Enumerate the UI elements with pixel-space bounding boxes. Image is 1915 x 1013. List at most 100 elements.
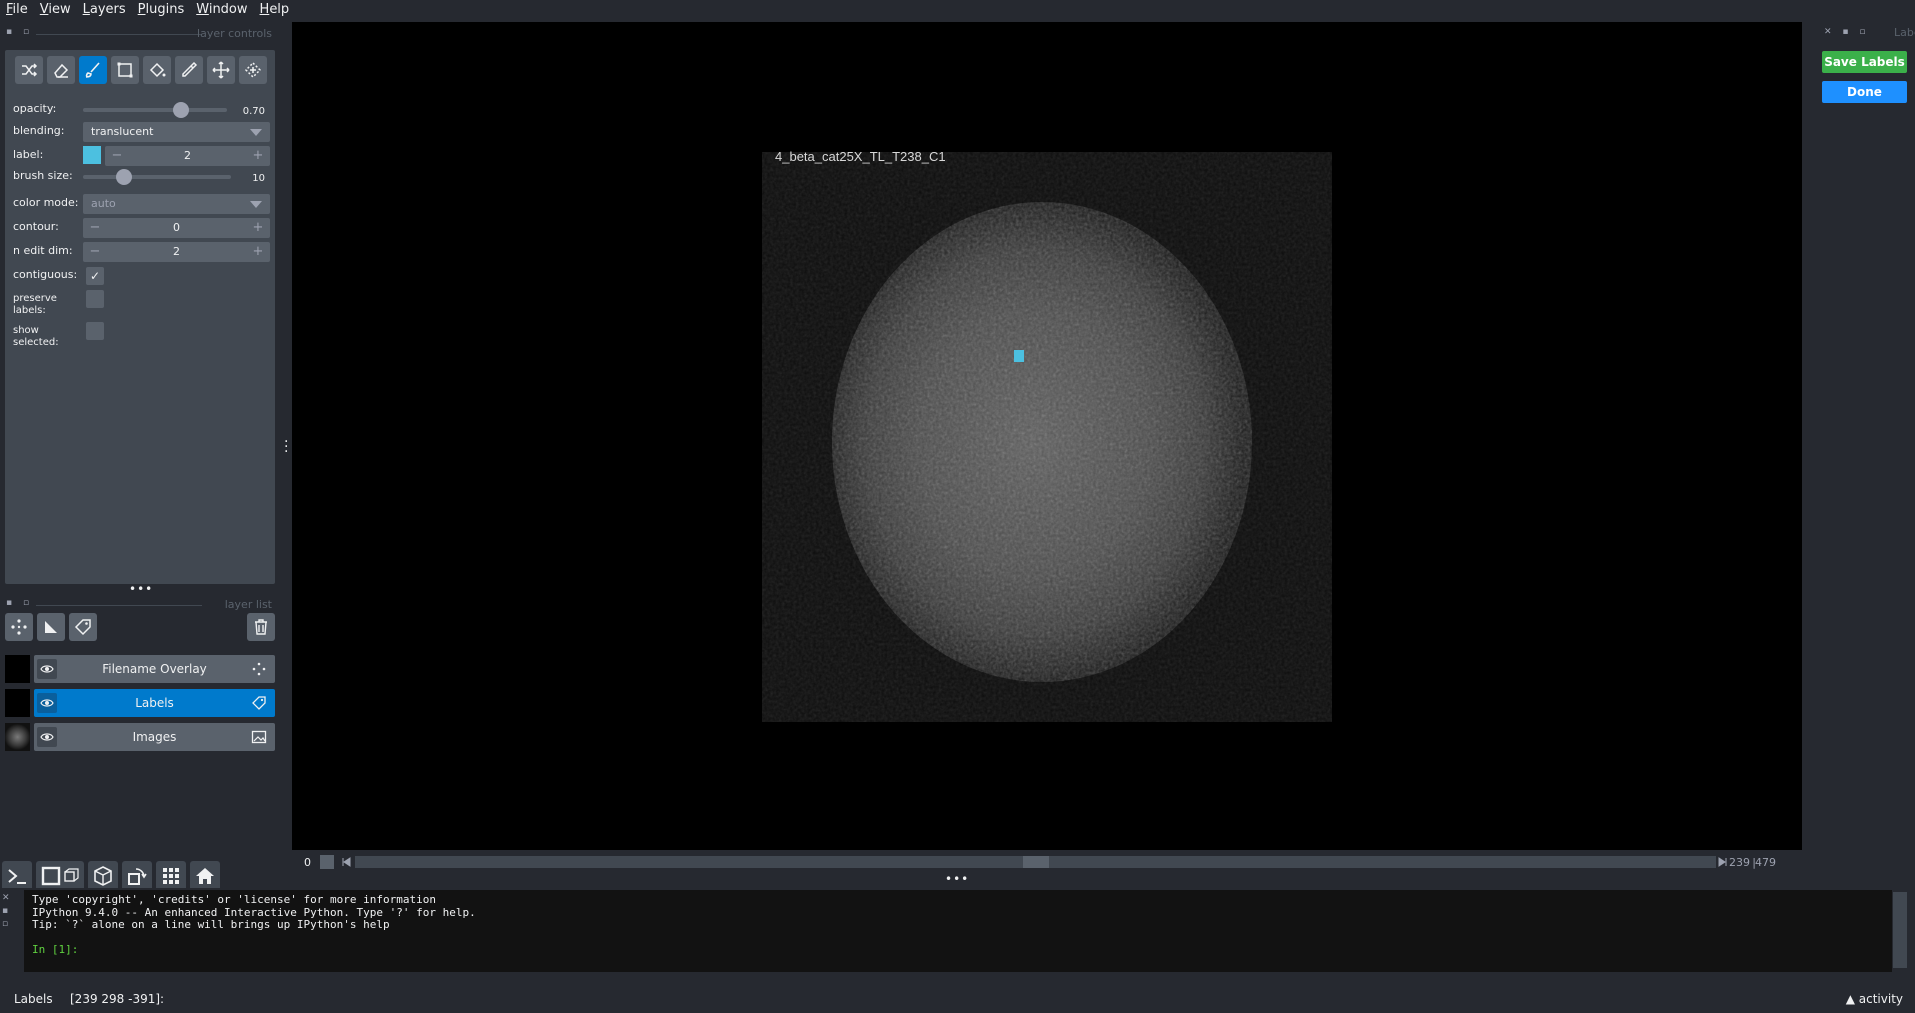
label-color-swatch [83, 146, 101, 164]
new-points-button[interactable] [5, 613, 33, 641]
dock-float-icon[interactable]: ▪ ▫ [6, 27, 33, 37]
play-button[interactable] [320, 855, 334, 869]
right-dock-title: Labeli [1894, 26, 1915, 39]
decrement-button[interactable]: − [107, 146, 127, 166]
eye-icon [40, 699, 54, 707]
layer-item-filename-overlay[interactable]: Filename Overlay [5, 655, 275, 683]
menu-window[interactable]: Window [190, 0, 253, 20]
console-prompt[interactable]: In [1]: [32, 943, 1884, 957]
show-selected-label: show selected: [13, 325, 59, 348]
console-scrollbar[interactable] [1893, 892, 1907, 968]
points-icon [11, 619, 27, 635]
blending-select[interactable]: translucent [83, 122, 270, 142]
shuffle-colors-button[interactable] [15, 56, 43, 84]
fill-bucket-icon [149, 62, 166, 78]
brush-size-slider[interactable] [83, 175, 231, 179]
step-back-icon[interactable] [341, 857, 351, 867]
increment-button[interactable]: + [248, 242, 268, 262]
right-dock: ✕ ▪ ▫ Labeli Save Labels Done [1806, 22, 1915, 862]
splitter-handle[interactable]: ••• [129, 583, 152, 595]
console-dock-controls[interactable]: ✕ ▪ ▫ [2, 892, 10, 931]
dim-index-label: 0 [304, 856, 311, 869]
menu-bar: File View Layers Plugins Window Help [0, 0, 1915, 20]
eye-icon [40, 733, 54, 741]
new-shapes-button[interactable] [37, 613, 65, 641]
step-forward-icon[interactable] [1718, 857, 1728, 867]
ipython-console: ✕ ▪ ▫ Type 'copyright', 'credits' or 'lice… [0, 888, 1915, 974]
console-button[interactable] [2, 861, 32, 891]
activity-button[interactable]: ▲ activity [1846, 992, 1903, 1006]
n-edit-dim-value: 2 [173, 245, 180, 258]
points-icon [252, 662, 266, 676]
polygon-button[interactable] [111, 56, 139, 84]
label-spinbox[interactable]: − 2 + [105, 146, 270, 166]
menu-help[interactable]: Help [254, 0, 296, 20]
fill-button[interactable] [143, 56, 171, 84]
new-labels-button[interactable] [69, 613, 97, 641]
layer-body[interactable]: Filename Overlay [34, 655, 275, 683]
left-dock-splitter[interactable]: · · · [284, 435, 288, 459]
painted-label-region [1014, 350, 1024, 362]
opacity-label: opacity: [13, 102, 57, 115]
layer-body[interactable]: Labels [34, 689, 275, 717]
visibility-toggle[interactable] [37, 659, 57, 679]
menu-layers[interactable]: Layers [77, 0, 132, 20]
delete-layer-button[interactable] [247, 613, 275, 641]
console-line: Tip: `?` alone on a line will brings up … [32, 918, 390, 931]
decrement-button[interactable]: − [85, 218, 105, 238]
layer-name: Labels [135, 696, 174, 710]
pick-button[interactable] [175, 56, 203, 84]
roll-dims-button[interactable] [88, 861, 118, 891]
decrement-button[interactable]: − [85, 242, 105, 262]
ndisplay-button[interactable] [36, 861, 84, 891]
brush-size-slider-handle[interactable] [116, 169, 132, 185]
increment-button[interactable]: + [248, 146, 268, 166]
console-splitter[interactable]: ••• [945, 873, 968, 885]
color-mode-select[interactable]: auto [83, 194, 270, 214]
layer-body[interactable]: Images [34, 723, 275, 751]
microscopy-image [762, 152, 1332, 722]
opacity-slider-handle[interactable] [172, 102, 189, 118]
paint-button[interactable] [79, 56, 107, 84]
menu-plugins[interactable]: Plugins [132, 0, 191, 20]
visibility-toggle[interactable] [37, 727, 57, 747]
frame-slider-track[interactable] [355, 856, 1716, 868]
trash-icon [255, 619, 267, 635]
show-selected-checkbox[interactable] [86, 322, 104, 340]
eraser-button[interactable] [47, 56, 75, 84]
n-edit-dim-label: n edit dim: [13, 244, 73, 257]
console-output[interactable]: Type 'copyright', 'credits' or 'license'… [24, 890, 1892, 972]
transform-button[interactable] [239, 56, 267, 84]
dock-controls-icons[interactable]: ✕ ▪ ▫ [1824, 27, 1869, 37]
layer-item-images[interactable]: Images [5, 723, 275, 751]
menu-file[interactable]: File [0, 0, 34, 20]
grid-button[interactable] [156, 861, 186, 891]
done-button[interactable]: Done [1822, 81, 1907, 103]
blending-value: translucent [91, 125, 154, 138]
visibility-toggle[interactable] [37, 693, 57, 713]
layer-thumbnail [5, 723, 30, 751]
status-bar: Labels [239 298 -391]: ▲ activity [0, 985, 1915, 1013]
contiguous-label: contiguous: [13, 268, 78, 281]
layer-item-labels[interactable]: Labels [5, 689, 275, 717]
menu-view[interactable]: View [34, 0, 77, 20]
contiguous-checkbox[interactable]: ✓ [86, 267, 104, 285]
eye-icon [40, 665, 54, 673]
opacity-slider[interactable] [83, 108, 227, 112]
frame-slider-handle[interactable] [1022, 856, 1049, 868]
opacity-row: opacity: 0.70 [13, 100, 271, 120]
transpose-button[interactable] [122, 861, 152, 891]
shuffle-icon [22, 63, 38, 77]
label-label: label: [13, 148, 44, 161]
increment-button[interactable]: + [248, 218, 268, 238]
layer-actions [5, 613, 275, 643]
save-labels-button[interactable]: Save Labels [1822, 51, 1907, 73]
n-edit-dim-spinbox[interactable]: − 2 + [83, 242, 270, 262]
contour-spinbox[interactable]: − 0 + [83, 218, 270, 238]
label-tools [15, 56, 267, 84]
preserve-labels-checkbox[interactable] [86, 290, 104, 308]
dock-float-icon[interactable]: ▪ ▫ [6, 598, 33, 608]
home-button[interactable] [190, 861, 220, 891]
pan-zoom-button[interactable] [207, 56, 235, 84]
viewer-canvas[interactable]: ··· ··· 4_beta_cat25X_TL_T238_C1 [284, 22, 1812, 850]
